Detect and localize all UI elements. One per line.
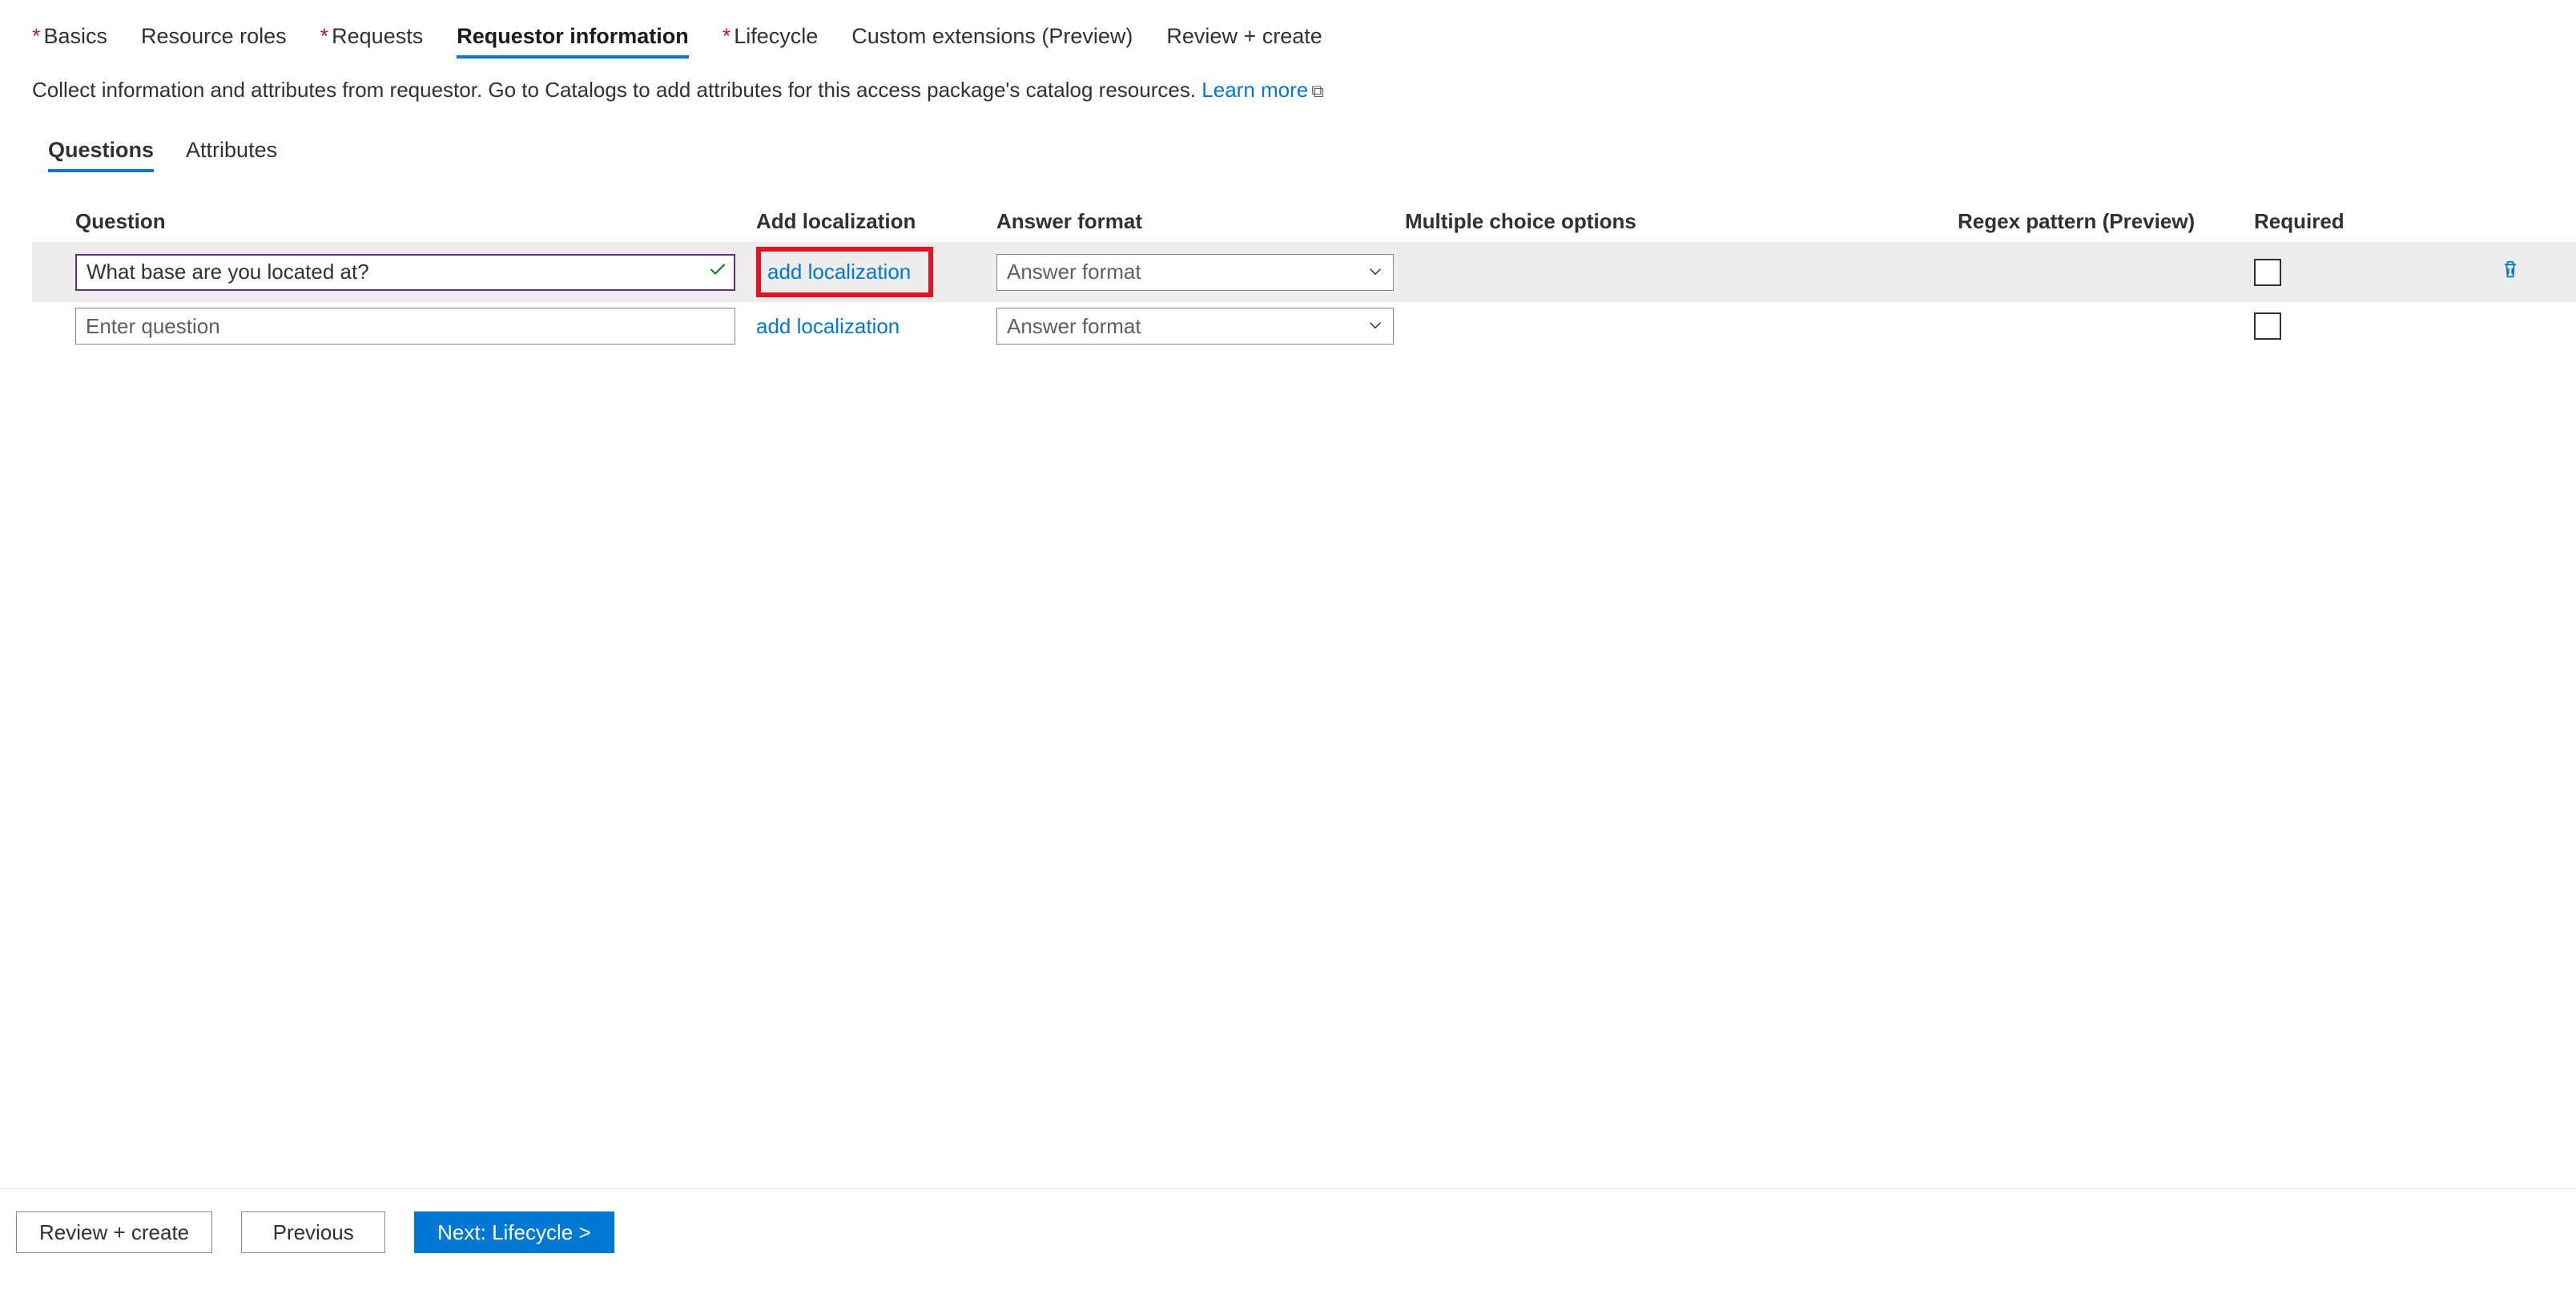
tab-basics-label: Basics xyxy=(44,24,108,48)
tab-lifecycle[interactable]: *Lifecycle xyxy=(722,24,819,58)
col-answer-format: Answer format xyxy=(996,209,1405,234)
tab-resource-roles[interactable]: Resource roles xyxy=(141,24,287,58)
tab-requestor-information[interactable]: Requestor information xyxy=(457,24,689,58)
tab-requests[interactable]: *Requests xyxy=(320,24,424,58)
required-checkbox[interactable] xyxy=(2254,312,2281,340)
questions-table: Question Add localization Answer format … xyxy=(32,201,2544,350)
tab-resource-roles-label: Resource roles xyxy=(141,24,287,48)
col-required: Required xyxy=(2254,209,2462,234)
table-header: Question Add localization Answer format … xyxy=(75,201,2544,242)
question-input-wrap xyxy=(75,308,735,345)
subtab-attributes[interactable]: Attributes xyxy=(186,138,277,172)
answer-format-select[interactable]: Answer format xyxy=(996,254,1394,291)
learn-more-label: Learn more xyxy=(1201,78,1308,102)
tab-requestor-info-label: Requestor information xyxy=(457,24,689,48)
tab-custom-ext-label: Custom extensions (Preview) xyxy=(851,24,1133,48)
col-question: Question xyxy=(75,209,756,234)
tab-requests-label: Requests xyxy=(332,24,423,48)
previous-button[interactable]: Previous xyxy=(241,1211,385,1253)
question-row: add localization Answer format xyxy=(75,302,2544,350)
delete-icon[interactable] xyxy=(2499,258,2522,286)
subtab-questions[interactable]: Questions xyxy=(48,138,154,172)
tab-basics[interactable]: *Basics xyxy=(32,24,107,58)
subtabs: Questions Attributes xyxy=(32,138,2544,172)
col-add-localization: Add localization xyxy=(756,209,996,234)
desc-text: Collect information and attributes from … xyxy=(32,78,1196,102)
wizard-footer: Review + create Previous Next: Lifecycle… xyxy=(0,1188,2576,1298)
review-create-button[interactable]: Review + create xyxy=(16,1211,212,1253)
tab-custom-extensions[interactable]: Custom extensions (Preview) xyxy=(851,24,1133,58)
answer-format-select[interactable]: Answer format xyxy=(996,308,1394,345)
col-regex-pattern: Regex pattern (Preview) xyxy=(1958,209,2254,234)
tab-review-create[interactable]: Review + create xyxy=(1166,24,1322,58)
question-row: add localization Answer format xyxy=(32,242,2576,302)
col-multiple-choice: Multiple choice options xyxy=(1405,209,1958,234)
question-input-wrap xyxy=(75,254,735,291)
add-localization-highlight: add localization xyxy=(756,247,933,297)
question-input[interactable] xyxy=(75,308,735,345)
add-localization-link[interactable]: add localization xyxy=(756,314,900,338)
page-description: Collect information and attributes from … xyxy=(32,75,2544,106)
learn-more-link[interactable]: Learn more xyxy=(1201,78,1308,102)
required-checkbox[interactable] xyxy=(2254,259,2281,286)
question-input[interactable] xyxy=(75,254,735,291)
external-link-icon: ⧉ xyxy=(1311,78,1324,104)
tab-lifecycle-label: Lifecycle xyxy=(734,24,818,48)
add-localization-link[interactable]: add localization xyxy=(767,260,911,284)
tab-review-label: Review + create xyxy=(1166,24,1322,48)
next-button[interactable]: Next: Lifecycle > xyxy=(414,1211,614,1253)
wizard-tabs: *Basics Resource roles *Requests Request… xyxy=(32,24,2544,58)
